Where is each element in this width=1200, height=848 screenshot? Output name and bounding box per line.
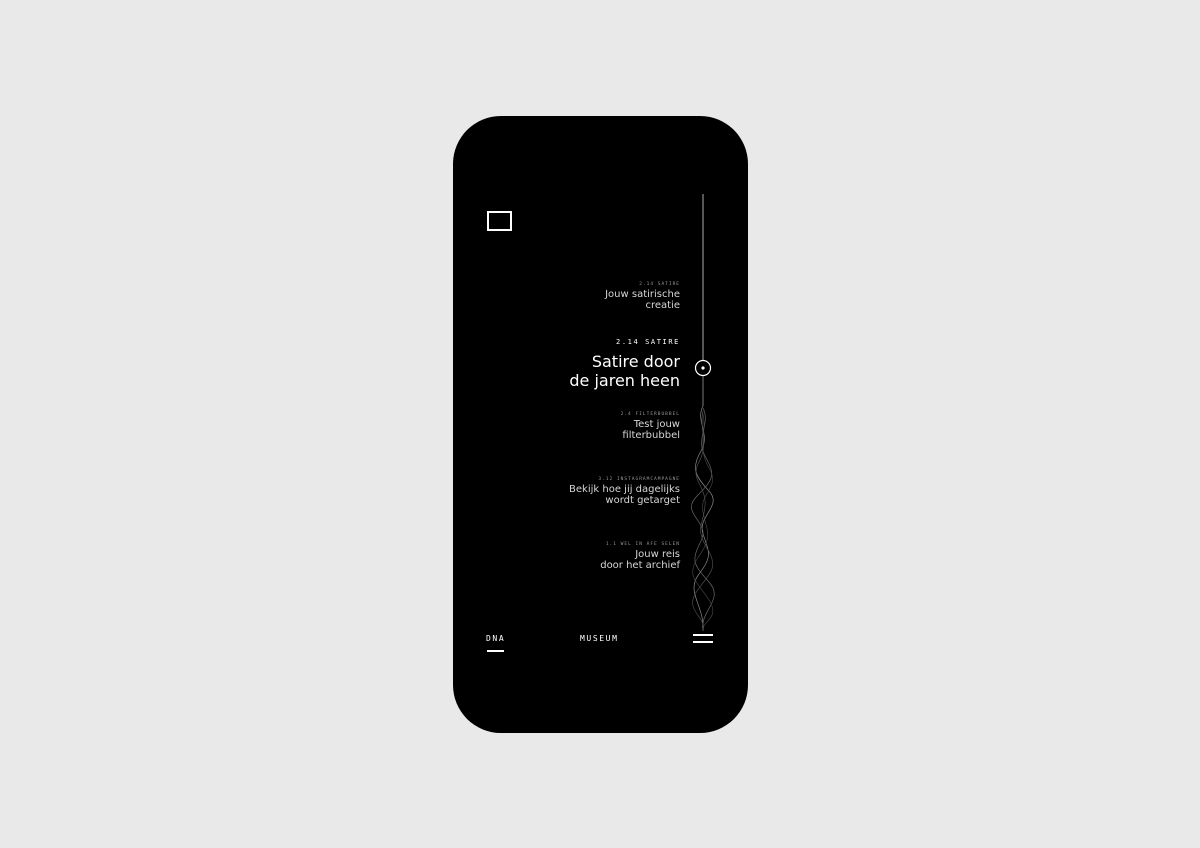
timeline-item-title-line1: Jouw reis (635, 549, 680, 560)
timeline-item-satirische-creatie[interactable]: 2.14 SATIRE Jouw satirische creatie (605, 282, 680, 311)
timeline-item-title-line1: Test jouw (633, 419, 680, 430)
timeline-item-tag: 2.14 SATIRE (616, 338, 680, 346)
timeline-item-tag: 1.1 WEL IN AFE SELEN (605, 542, 680, 547)
timeline-marker-dot (701, 366, 705, 370)
timeline-item-tag: 2.4 FILTERBUBBEL (620, 412, 680, 417)
timeline-marker-icon (694, 359, 712, 377)
timeline-item-filterbubbel[interactable]: 2.4 FILTERBUBBEL Test jouw filterbubbel (621, 412, 680, 441)
timeline-item-title-line2: wordt getarget (605, 494, 680, 506)
timeline-item-title-line2: door het archief (600, 559, 680, 571)
timeline-item-instagramcampagne[interactable]: 3.12 INSTAGRAMCAMPAGNE Bekijk hoe jij da… (569, 477, 680, 506)
timeline-item-title-line2: de jaren heen (569, 371, 680, 390)
menu-icon[interactable] (693, 633, 713, 644)
menu-icon-bar-top (693, 634, 713, 636)
timeline-item-title-line1: Satire door (591, 352, 680, 371)
timeline-item-title-line1: Jouw satirische (605, 289, 680, 300)
nav-dna-active-indicator (487, 650, 504, 652)
timeline-item-title-line1: Bekijk hoe jij dagelijks (569, 484, 680, 495)
phone-screen: 2.14 SATIRE Jouw satirische creatie 2.14… (453, 116, 748, 733)
timeline-item-active[interactable]: 2.14 SATIRE Satire door de jaren heen (569, 338, 680, 390)
timeline-item-title-line2: creatie (645, 299, 680, 311)
timeline-item-archief[interactable]: 1.1 WEL IN AFE SELEN Jouw reis door het … (600, 542, 680, 571)
timeline-item-title-line2: filterbubbel (622, 429, 680, 441)
menu-icon-bar-bottom (693, 641, 713, 643)
nav-museum[interactable]: MUSEUM (580, 634, 619, 643)
nav-dna[interactable]: DNA (486, 634, 505, 643)
timeline-item-tag: 3.12 INSTAGRAMCAMPAGNE (598, 477, 680, 482)
timeline-item-tag: 2.14 SATIRE (639, 282, 680, 287)
